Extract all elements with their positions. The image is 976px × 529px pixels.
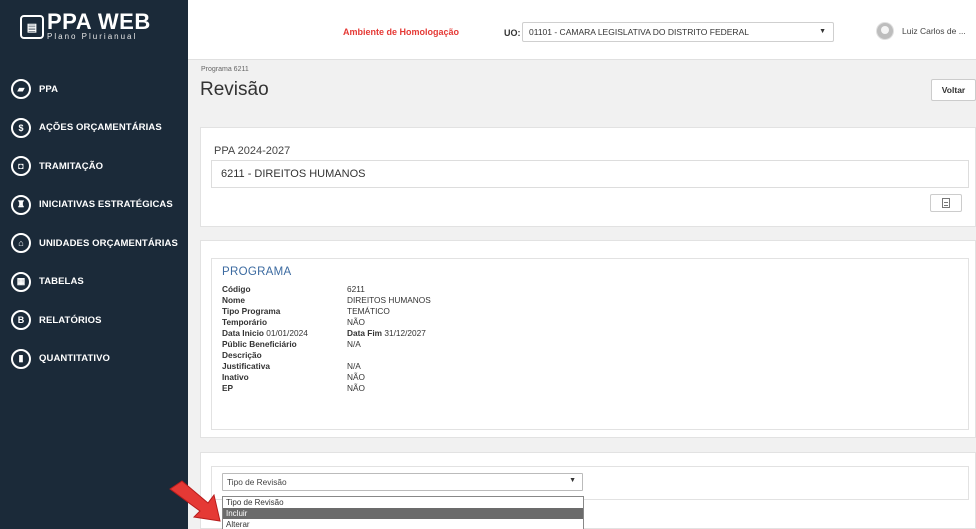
data-fim-label: Data Fim (347, 328, 383, 338)
field-label: Públic Beneficiário (222, 339, 297, 349)
back-button[interactable]: Voltar (931, 79, 976, 101)
sidebar-item-label: TRAMITAÇÃO (39, 160, 104, 172)
book-icon: ▰ (11, 79, 31, 100)
uo-select-value: 01101 - CAMARA LEGISLATIVA DO DISTRITO F… (529, 27, 749, 37)
field-value: N/A (347, 361, 361, 371)
field-value: NÃO (347, 372, 365, 382)
caret-down-icon: ▼ (569, 477, 576, 484)
field-label: Descrição (222, 350, 262, 360)
field-label: Data Inicio (222, 328, 264, 338)
building-icon: ♜ (11, 194, 31, 215)
program-name: 6211 - DIREITOS HUMANOS (221, 168, 366, 180)
logo-subtitle: Plano Plurianual (47, 32, 138, 41)
field-publico-beneficiario: Públic Beneficiário N/A (222, 339, 361, 350)
dropdown-option[interactable]: Alterar (223, 519, 583, 529)
programa-details: PROGRAMA Código 6211 Nome DIREITOS HUMAN… (211, 258, 969, 430)
field-label: EP (222, 383, 234, 393)
bank-icon: ⌂ (11, 233, 31, 254)
ppa-panel: PPA 2024-2027 6211 - DIREITOS HUMANOS (200, 127, 976, 227)
field-label: Tipo Programa (222, 306, 281, 316)
sidebar-item-label: RELATÓRIOS (39, 314, 102, 326)
user-menu[interactable]: Luiz Carlos de ... (876, 22, 966, 40)
data-inicio-value: 01/01/2024 (266, 328, 308, 338)
sidebar-item-label: TABELAS (39, 276, 84, 288)
bar-chart-icon: ▮ (11, 348, 31, 369)
sidebar-item-label: AÇÕES ORÇAMENTÁRIAS (39, 122, 162, 134)
field-value: 6211 (347, 284, 365, 294)
field-value: DIREITOS HUMANOS (347, 295, 431, 305)
environment-label: Ambiente de Homologação (343, 27, 460, 37)
app-logo[interactable]: ▤ PPA WEB Plano Plurianual (20, 10, 151, 44)
field-tipo-programa: Tipo Programa TEMÁTICO (222, 306, 390, 317)
pdf-export-button[interactable] (930, 194, 962, 212)
data-fim-value: 31/12/2027 (384, 328, 426, 338)
programa-panel: PROGRAMA Código 6211 Nome DIREITOS HUMAN… (200, 240, 976, 438)
table-icon: ▦ (11, 271, 31, 292)
uo-label: UO: (504, 28, 521, 38)
field-label: Justificativa (222, 361, 270, 371)
sidebar-item-label: PPA (39, 83, 59, 95)
tipo-revisao-dropdown: Tipo de Revisão Incluir Alterar (222, 496, 584, 529)
book-logo-icon: ▤ (20, 15, 44, 39)
sidebar-item-iniciativas-estrategicas[interactable]: ♜ INICIATIVAS ESTRATÉGICAS (0, 186, 188, 225)
pdf-icon (942, 198, 950, 208)
sidebar-item-label: INICIATIVAS ESTRATÉGICAS (39, 199, 173, 211)
uo-select[interactable]: 01101 - CAMARA LEGISLATIVA DO DISTRITO F… (522, 22, 834, 42)
field-value: NÃO (347, 317, 365, 327)
sidebar-item-label: UNIDADES ORÇAMENTÁRIAS (39, 237, 178, 249)
field-inativo: Inativo NÃO (222, 372, 365, 383)
field-value: NÃO (347, 383, 365, 393)
field-temporario: Temporário NÃO (222, 317, 365, 328)
report-icon: B (11, 310, 31, 331)
field-label: Temporário (222, 317, 268, 327)
caret-down-icon: ▼ (819, 28, 826, 35)
sidebar-item-unidades-orcamentarias[interactable]: ⌂ UNIDADES ORÇAMENTÁRIAS (0, 224, 188, 263)
field-label: Inativo (222, 372, 249, 382)
field-value: N/A (347, 339, 361, 349)
field-label: Código (222, 284, 251, 294)
dropdown-option-highlighted[interactable]: Incluir (223, 508, 583, 519)
page-title: Revisão (200, 79, 269, 100)
sidebar-item-acoes-orcamentarias[interactable]: $ AÇÕES ORÇAMENTÁRIAS (0, 109, 188, 148)
sidebar-nav: ▰ PPA $ AÇÕES ORÇAMENTÁRIAS ◘ TRAMITAÇÃO… (0, 70, 188, 378)
pointer-arrow-icon (169, 480, 221, 522)
dollar-icon: $ (11, 117, 31, 138)
user-name: Luiz Carlos de ... (902, 26, 966, 36)
sidebar-item-tramitacao[interactable]: ◘ TRAMITAÇÃO (0, 147, 188, 186)
sidebar-item-ppa[interactable]: ▰ PPA (0, 70, 188, 109)
field-justificativa: Justificativa N/A (222, 361, 361, 372)
breadcrumb: Programa 6211 (201, 66, 249, 73)
sidebar-item-relatorios[interactable]: B RELATÓRIOS (0, 301, 188, 340)
avatar (876, 22, 894, 40)
sidebar-item-quantitativo[interactable]: ▮ QUANTITATIVO (0, 340, 188, 379)
field-data-inicio: Data Inicio 01/01/2024 Data Fim 31/12/20… (222, 328, 426, 339)
logo-title: PPA WEB (47, 9, 151, 34)
dropdown-option[interactable]: Tipo de Revisão (223, 497, 583, 508)
inbox-icon: ◘ (11, 156, 31, 177)
field-codigo: Código 6211 (222, 284, 365, 295)
ppa-period: PPA 2024-2027 (214, 145, 291, 157)
top-bar: Ambiente de Homologação UO: 01101 - CAMA… (188, 0, 976, 60)
programa-section-title: PROGRAMA (222, 266, 292, 278)
field-label: Nome (222, 295, 246, 305)
field-nome: Nome DIREITOS HUMANOS (222, 295, 431, 306)
field-value: TEMÁTICO (347, 306, 390, 316)
sidebar-item-label: QUANTITATIVO (39, 353, 111, 365)
tipo-revisao-select[interactable]: Tipo de Revisão ▼ (222, 473, 583, 491)
sidebar: ▤ PPA WEB Plano Plurianual ▰ PPA $ AÇÕES… (0, 0, 188, 529)
sidebar-item-tabelas[interactable]: ▦ TABELAS (0, 263, 188, 302)
program-name-box: 6211 - DIREITOS HUMANOS (211, 160, 969, 188)
field-ep: EP NÃO (222, 383, 365, 394)
tipo-revisao-value: Tipo de Revisão (227, 477, 287, 487)
field-descricao: Descrição (222, 350, 262, 361)
